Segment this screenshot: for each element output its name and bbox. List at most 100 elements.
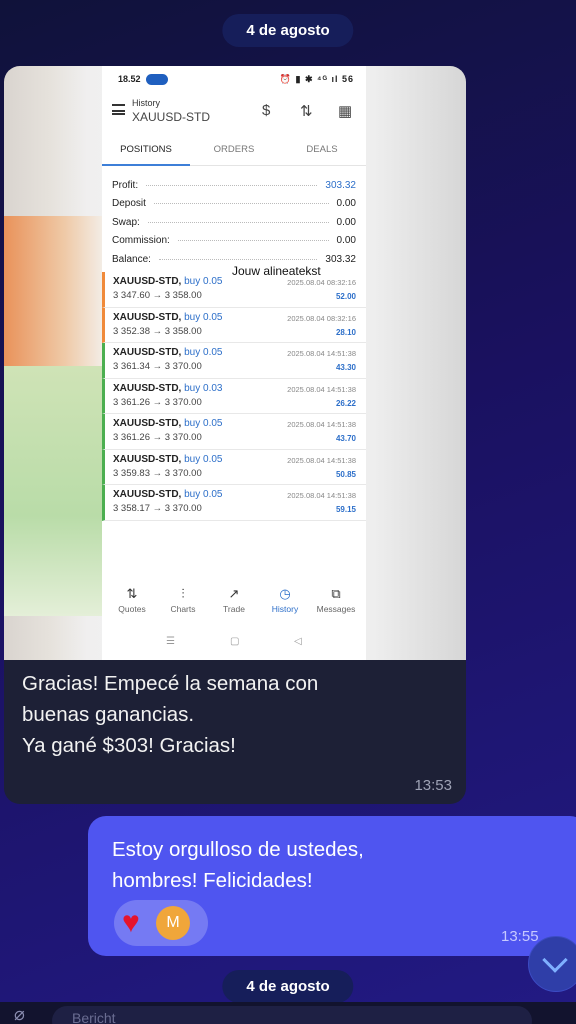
trade-history-screenshot[interactable]: 18.52 ⏰ ▮ ✱ ⁴ᴳ ıl 56 History XAUUSD-STD … [4, 66, 466, 660]
nav-label: Messages [316, 604, 356, 614]
date-separator-top: 4 de agosto [222, 14, 354, 47]
trade-list: XAUUSD-STD, buy 0.05 3 347.60 → 3 358.00… [102, 272, 366, 521]
summary-row-commission: Commission: 0.00 [112, 232, 356, 251]
trade-time: 2025.08.04 14:51:38 [287, 349, 356, 358]
history-tabs: POSITIONS ORDERS DEALS [102, 138, 366, 166]
trade-prices: 3 347.60 → 3 358.00 [113, 290, 202, 301]
trade-time: 2025.08.04 14:51:38 [287, 491, 356, 500]
menu-icon [112, 104, 125, 115]
summary-label: Deposit [112, 198, 150, 210]
candles-icon: ⫶ [181, 586, 185, 601]
system-nav-bar: ☰ ▢ ◁ [102, 636, 366, 654]
nav-label: Quotes [118, 604, 146, 614]
trade-prices: 3 361.26 → 3 370.00 [113, 396, 202, 408]
trade-prices: 3 358.17 → 3 370.00 [113, 503, 202, 514]
message-input[interactable]: Bericht [52, 1006, 532, 1024]
summary-value: 303.32 [321, 179, 356, 191]
trade-side: buy 0.05 [184, 418, 223, 429]
photo-blur-left-lower [4, 366, 104, 616]
overlay-text: Jouw alineatekst [232, 264, 321, 278]
trade-row: XAUUSD-STD, buy 0.05 3 359.83 → 3 370.00… [102, 449, 366, 485]
home-icon: ▢ [230, 636, 240, 647]
reaction-pill[interactable]: ♥ M [114, 900, 208, 946]
recent-apps-icon: ☰ [166, 636, 175, 647]
message-line: hombres! Felicidades! [112, 869, 313, 892]
trade-side: buy 0.05 [184, 276, 223, 287]
heart-icon: ♥ [122, 906, 140, 939]
incoming-message-text: Gracias! Empecé la semana con buenas gan… [22, 668, 452, 761]
message-line: buenas ganancias. [22, 703, 195, 726]
trade-profit: 43.70 [335, 434, 356, 443]
composer-bar: ⌀ Bericht [0, 1002, 576, 1024]
trade-symbol: XAUUSD-STD, [113, 489, 182, 500]
trade-profit: 52.00 [335, 292, 356, 301]
status-bar: 18.52 ⏰ ▮ ✱ ⁴ᴳ ıl 56 [118, 74, 354, 88]
sort-icon: ⇅ [300, 103, 313, 120]
message-input-placeholder: Bericht [72, 1010, 116, 1024]
tab-deals: DEALS [306, 144, 338, 155]
tab-orders: ORDERS [213, 144, 255, 155]
summary-label: Balance: [112, 253, 155, 265]
nav-label: Charts [170, 604, 196, 614]
date-separator-bottom: 4 de agosto [222, 970, 354, 1003]
status-icons: ⏰ ▮ ✱ ⁴ᴳ ıl 56 [279, 74, 354, 84]
calendar-icon: ▦ [338, 103, 353, 120]
app-header: History XAUUSD-STD $ ⇅ ▦ [102, 96, 366, 132]
cloud-icon [146, 74, 168, 85]
chevron-down-icon [542, 947, 568, 973]
history-icon: ◷ [279, 586, 291, 601]
trade-side: buy 0.05 [184, 453, 223, 465]
trade-profit: 50.85 [335, 469, 356, 479]
avatar: M [156, 906, 190, 940]
message-timestamp: 13:55 [501, 928, 539, 945]
scroll-down-button[interactable] [528, 936, 576, 992]
summary-table: Profit: 303.32 Deposit 0.00 Swap: 0.00 C… [112, 176, 356, 269]
photo-blur-left [4, 216, 104, 366]
outgoing-message[interactable]: Estoy orgulloso de ustedes, hombres! Fel… [88, 816, 576, 956]
header-subtitle: History [132, 98, 161, 108]
trade-time: 2025.08.04 14:51:38 [287, 384, 356, 394]
nav-trade: ↗ Trade [208, 586, 260, 614]
message-timestamp: 13:53 [414, 777, 452, 794]
nav-label: Trade [223, 604, 245, 614]
trade-prices: 3 359.83 → 3 370.00 [113, 467, 202, 479]
trade-side: buy 0.05 [184, 347, 223, 358]
trade-profit: 43.30 [335, 363, 356, 372]
summary-value: 303.32 [321, 253, 356, 265]
outgoing-message-text: Estoy orgulloso de ustedes, hombres! Fel… [112, 834, 364, 896]
nav-messages: ⧉ Messages [310, 586, 362, 614]
trade-time: 2025.08.04 14:51:38 [287, 420, 356, 429]
summary-value: 0.00 [332, 235, 356, 247]
trade-row: XAUUSD-STD, buy 0.05 3 358.17 → 3 370.00… [102, 485, 366, 521]
quotes-icon: ⇅ [126, 586, 138, 601]
summary-label: Swap: [112, 216, 144, 228]
summary-value: 0.00 [332, 198, 356, 210]
attach-icon[interactable]: ⌀ [14, 1004, 25, 1024]
summary-label: Profit: [112, 179, 143, 191]
trade-prices: 3 352.38 → 3 358.00 [113, 325, 202, 337]
tab-positions: POSITIONS [120, 144, 172, 155]
trade-time: 2025.08.04 08:32:16 [287, 313, 356, 323]
summary-label: Commission: [112, 235, 174, 247]
incoming-message[interactable]: 18.52 ⏰ ▮ ✱ ⁴ᴳ ıl 56 History XAUUSD-STD … [4, 66, 466, 804]
nav-label: History [271, 604, 299, 614]
trade-symbol: XAUUSD-STD, [113, 453, 182, 465]
trade-prices: 3 361.34 → 3 370.00 [113, 361, 202, 372]
message-line: Ya gané $303! Gracias! [22, 734, 236, 757]
trade-profit: 59.15 [335, 505, 356, 514]
trade-time: 2025.08.04 08:32:16 [287, 278, 356, 287]
trade-side: buy 0.05 [184, 489, 223, 500]
trade-symbol: XAUUSD-STD, [113, 418, 182, 429]
trade-time: 2025.08.04 14:51:38 [287, 455, 356, 465]
trade-profit: 26.22 [335, 398, 356, 408]
nav-quotes: ⇅ Quotes [106, 586, 158, 614]
trade-profit: 28.10 [335, 327, 356, 337]
trade-symbol: XAUUSD-STD, [113, 347, 182, 358]
trade-row: XAUUSD-STD, buy 0.05 3 361.34 → 3 370.00… [102, 343, 366, 379]
trade-symbol: XAUUSD-STD, [113, 382, 182, 394]
nav-charts: ⫶ Charts [157, 586, 209, 614]
message-line: Estoy orgulloso de ustedes, [112, 838, 364, 861]
trade-row: XAUUSD-STD, buy 0.05 3 361.26 → 3 370.00… [102, 414, 366, 450]
trade-side: buy 0.05 [184, 311, 223, 323]
trade-row: XAUUSD-STD, buy 0.03 3 361.26 → 3 370.00… [102, 378, 366, 414]
